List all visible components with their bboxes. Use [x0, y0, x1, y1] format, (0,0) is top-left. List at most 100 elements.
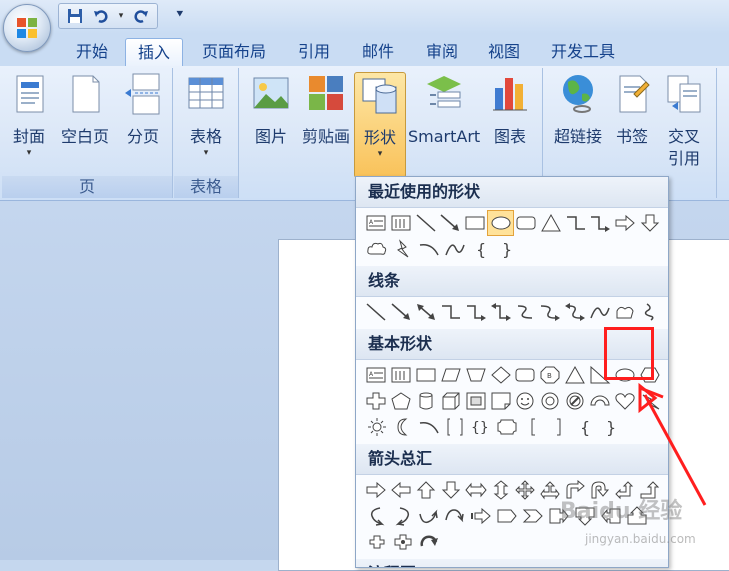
striped-right-arrow-shape-icon[interactable] [468, 504, 494, 528]
rectangle-shape-icon[interactable] [414, 363, 439, 387]
donut-shape-icon[interactable] [538, 389, 563, 413]
double-bracket-shape-icon[interactable] [442, 415, 468, 439]
tab-page-layout[interactable]: 页面布局 [192, 38, 276, 66]
rounded-rectangle-shape-icon[interactable] [513, 363, 538, 387]
moon-shape-icon[interactable] [390, 415, 416, 439]
double-arrow-line-shape-icon[interactable] [414, 300, 439, 324]
left-brace-shape-icon[interactable]: { [468, 237, 494, 261]
elbow-connector-shape-icon[interactable] [438, 300, 463, 324]
pentagon-shape-icon[interactable] [389, 389, 414, 413]
plaque-shape-icon[interactable] [494, 415, 520, 439]
folded-corner-shape-icon[interactable] [488, 389, 513, 413]
lightning-shape-icon[interactable] [390, 237, 416, 261]
tab-home[interactable]: 开始 [62, 38, 122, 66]
scribble-shape-icon[interactable] [637, 300, 662, 324]
right-brace-shape-icon[interactable]: } [598, 415, 624, 439]
rounded-rectangle-shape-icon[interactable] [514, 211, 539, 235]
curved-connector-shape-icon[interactable] [513, 300, 538, 324]
bookmark-button[interactable]: 书签 [610, 72, 654, 148]
lightning-bolt-shape-icon[interactable] [637, 389, 662, 413]
clip-art-button[interactable]: 剪贴画 [298, 72, 354, 148]
circular-arrow-quad-shape-icon[interactable] [390, 530, 416, 554]
save-icon[interactable] [65, 6, 85, 26]
table-button[interactable]: 表格 ▾ [182, 72, 230, 158]
left-bracket-shape-icon[interactable] [520, 415, 546, 439]
triangle-shape-icon[interactable] [539, 211, 564, 235]
smartart-button[interactable]: SmartArt [408, 72, 480, 148]
shapes-button[interactable]: 形状 ▾ [354, 72, 406, 178]
cross-shape-icon[interactable] [364, 389, 389, 413]
can-shape-icon[interactable] [414, 389, 439, 413]
tab-insert[interactable]: 插入 [125, 38, 183, 67]
curved-down-arrow-shape-icon[interactable] [442, 504, 468, 528]
curved-left-arrow-shape-icon[interactable] [390, 504, 416, 528]
elbow-double-arrow-connector-shape-icon[interactable] [488, 300, 513, 324]
left-brace-shape-icon[interactable]: { [572, 415, 598, 439]
vertical-text-box-shape-icon[interactable] [389, 363, 414, 387]
picture-button[interactable]: 图片 [246, 72, 296, 148]
text-box-shape-icon[interactable]: A [364, 363, 389, 387]
left-right-up-arrow-shape-icon[interactable] [538, 478, 563, 502]
hyperlink-button[interactable]: 超链接 [548, 72, 608, 148]
no-symbol-shape-icon[interactable] [563, 389, 588, 413]
line-shape-icon[interactable] [413, 211, 438, 235]
up-arrow-shape-icon[interactable] [414, 478, 439, 502]
curved-double-arrow-connector-shape-icon[interactable] [563, 300, 588, 324]
bevel-shape-icon[interactable] [463, 389, 488, 413]
tab-references[interactable]: 引用 [286, 38, 342, 66]
arrow-line-shape-icon[interactable] [389, 300, 414, 324]
left-right-arrow-shape-icon[interactable] [463, 478, 488, 502]
octagon-shape-icon[interactable]: B [538, 363, 563, 387]
tab-developer[interactable]: 开发工具 [538, 38, 628, 66]
tab-review[interactable]: 审阅 [414, 38, 470, 66]
elbow-arrow-connector-shape-icon[interactable] [588, 211, 613, 235]
cover-page-button[interactable]: 封面 ▾ [6, 72, 52, 158]
block-arc-shape-icon[interactable] [587, 389, 612, 413]
page-break-button[interactable]: 分页 [118, 72, 168, 148]
parallelogram-shape-icon[interactable] [438, 363, 463, 387]
customize-qat-icon[interactable]: ⯆ [175, 7, 185, 22]
line-shape-icon[interactable] [364, 300, 389, 324]
double-brace-shape-icon[interactable]: {} [468, 415, 494, 439]
arrow-line-shape-icon[interactable] [438, 211, 463, 235]
smiley-face-shape-icon[interactable] [513, 389, 538, 413]
oval-shape-icon[interactable] [487, 210, 515, 236]
redo-icon[interactable] [131, 6, 151, 26]
tab-view[interactable]: 视图 [476, 38, 532, 66]
quad-arrow-shape-icon[interactable] [513, 478, 538, 502]
down-arrow-shape-icon[interactable] [637, 211, 662, 235]
cloud-shape-icon[interactable] [364, 237, 390, 261]
curved-up-arrow-shape-icon[interactable] [416, 504, 442, 528]
right-arrow-shape-icon[interactable] [364, 478, 389, 502]
elbow-arrow-connector-shape-icon[interactable] [463, 300, 488, 324]
tab-mailings[interactable]: 邮件 [350, 38, 406, 66]
trapezoid-shape-icon[interactable] [463, 363, 488, 387]
elbow-connector-shape-icon[interactable] [563, 211, 588, 235]
curve-shape-icon[interactable] [587, 300, 612, 324]
diamond-shape-icon[interactable] [488, 363, 513, 387]
cross-reference-button[interactable]: 交叉 引用 [658, 72, 710, 170]
left-arrow-shape-icon[interactable] [389, 478, 414, 502]
curve-shape-icon[interactable] [442, 237, 468, 261]
vertical-text-box-shape-icon[interactable] [389, 211, 414, 235]
quad-arrow-callout-shape-icon[interactable] [364, 530, 390, 554]
arc-shape-icon[interactable] [416, 415, 442, 439]
down-arrow-shape-icon[interactable] [438, 478, 463, 502]
right-bracket-shape-icon[interactable] [546, 415, 572, 439]
undo-icon[interactable] [91, 6, 111, 26]
rectangle-shape-icon[interactable] [463, 211, 488, 235]
triangle-shape-icon[interactable] [563, 363, 588, 387]
pentagon-arrow-shape-icon[interactable] [494, 504, 520, 528]
text-box-shape-icon[interactable]: A [364, 211, 389, 235]
cube-shape-icon[interactable] [438, 389, 463, 413]
up-down-arrow-shape-icon[interactable] [488, 478, 513, 502]
heart-shape-icon[interactable] [612, 389, 637, 413]
circular-arrow-shape-icon[interactable] [416, 530, 442, 554]
right-brace-shape-icon[interactable]: } [494, 237, 520, 261]
chevron-shape-icon[interactable] [520, 504, 546, 528]
curved-right-arrow-shape-icon[interactable] [364, 504, 390, 528]
blank-page-button[interactable]: 空白页 [56, 72, 114, 148]
right-arrow-shape-icon[interactable] [613, 211, 638, 235]
freeform-shape-icon[interactable] [612, 300, 637, 324]
office-button[interactable] [3, 4, 51, 52]
